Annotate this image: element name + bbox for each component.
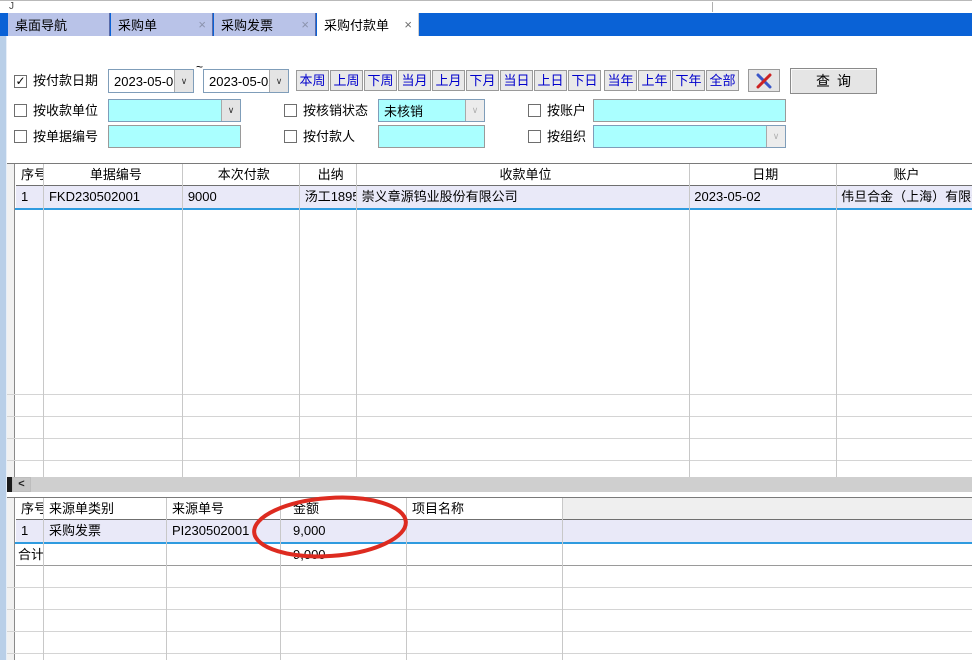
left-edge-strip [0, 36, 7, 660]
date-to-combo[interactable]: 2023-05-02 ∨ [203, 69, 289, 93]
tab-purchase-order[interactable]: 采购单 × [111, 13, 213, 36]
payment-table: 序号 单据编号 本次付款 出纳 收款单位 日期 账户 1 FKD23050200… [7, 163, 972, 477]
detail-table-header: 序号 来源单类别 来源单号 金额 项目名称 [16, 498, 972, 520]
date-from-combo[interactable]: 2023-05-01 ∨ [108, 69, 194, 93]
filter-tools-button[interactable] [748, 69, 780, 92]
crossed-tools-icon [755, 72, 773, 90]
check-icon: ✓ [15, 74, 25, 88]
account-input[interactable] [593, 99, 786, 122]
account-label: 按账户 [547, 101, 586, 121]
col-header-source-type[interactable]: 来源单类别 [44, 498, 167, 519]
tab-bar: 桌面导航 采购单 × 采购发票 × 采购付款单 × [0, 13, 972, 36]
chevron-down-icon[interactable]: ∨ [221, 100, 240, 121]
payment-date-label: 按付款日期 [33, 71, 98, 91]
current-row-indicator [7, 208, 972, 210]
chevron-down-icon[interactable]: ∨ [465, 100, 484, 121]
payment-table-header: 序号 单据编号 本次付款 出纳 收款单位 日期 账户 [16, 164, 972, 186]
payer-label: 按付款人 [303, 127, 355, 147]
total-label: 合计 [16, 544, 44, 565]
chevron-down-icon[interactable]: ∨ [174, 70, 193, 92]
tab-desktop-nav[interactable]: 桌面导航 [8, 13, 110, 36]
chevron-down-icon[interactable]: ∨ [269, 70, 288, 92]
total-amount: 9,000 [281, 544, 407, 565]
quick-date-today[interactable]: 当日 [500, 70, 533, 91]
doc-no-label: 按单据编号 [33, 127, 98, 147]
org-label: 按组织 [547, 127, 586, 147]
close-icon[interactable]: × [299, 18, 311, 31]
col-header-amount[interactable]: 金额 [281, 498, 407, 519]
col-header-payee[interactable]: 收款单位 [357, 164, 690, 185]
table-row[interactable]: 1 FKD230502001 9000 汤工1895 崇义章源钨业股份有限公司 … [16, 186, 972, 208]
payee-checkbox[interactable] [14, 104, 27, 117]
writeoff-status-combo[interactable]: 未核销 ∨ [378, 99, 485, 122]
payee-label: 按收款单位 [33, 101, 98, 121]
payee-combo[interactable]: ∨ [108, 99, 241, 122]
quick-date-last-year[interactable]: 上年 [638, 70, 671, 91]
col-header-cashier[interactable]: 出纳 [300, 164, 357, 185]
quick-date-next-week[interactable]: 下周 [364, 70, 397, 91]
col-header-amount[interactable]: 本次付款 [183, 164, 300, 185]
col-header-doc-no[interactable]: 单据编号 [44, 164, 183, 185]
chevron-down-icon[interactable]: ∨ [766, 126, 785, 147]
window-top-strip: J [0, 0, 972, 13]
quick-date-last-week[interactable]: 上周 [330, 70, 363, 91]
close-icon[interactable]: × [196, 18, 208, 31]
org-combo[interactable]: ∨ [593, 125, 786, 148]
toolbar-glyph: J [9, 1, 14, 12]
col-header-account[interactable]: 账户 [836, 164, 972, 185]
quick-date-tomorrow[interactable]: 下日 [568, 70, 601, 91]
total-row: 合计 9,000 [16, 544, 972, 566]
col-header-seq[interactable]: 序号 [16, 164, 44, 185]
quick-date-this-month[interactable]: 当月 [398, 70, 431, 91]
payer-input[interactable] [378, 125, 485, 148]
quick-date-next-month[interactable]: 下月 [466, 70, 499, 91]
payment-date-checkbox[interactable]: ✓ [14, 75, 27, 88]
writeoff-status-checkbox[interactable] [284, 104, 297, 117]
quick-date-this-year[interactable]: 当年 [604, 70, 637, 91]
toolbar-divider [712, 2, 713, 12]
col-header-date[interactable]: 日期 [689, 164, 836, 185]
quick-date-all[interactable]: 全部 [706, 70, 739, 91]
empty-grid-area [7, 566, 972, 660]
empty-grid-area [7, 373, 972, 477]
header-filler [563, 498, 972, 519]
quick-date-yesterday[interactable]: 上日 [534, 70, 567, 91]
scroll-left-icon[interactable]: < [12, 477, 31, 492]
doc-no-checkbox[interactable] [14, 130, 27, 143]
tab-purchase-invoice[interactable]: 采购发票 × [214, 13, 316, 36]
account-checkbox[interactable] [528, 104, 541, 117]
close-icon[interactable]: × [402, 18, 414, 31]
date-range-separator: ~ [196, 60, 203, 74]
source-detail-table: 序号 来源单类别 来源单号 金额 项目名称 1 采购发票 PI230502001… [7, 497, 972, 660]
col-header-seq[interactable]: 序号 [16, 498, 44, 519]
horizontal-scrollbar[interactable]: < [7, 477, 972, 492]
doc-no-input[interactable] [108, 125, 241, 148]
table-row[interactable]: 1 采购发票 PI230502001 9,000 [16, 520, 972, 542]
col-header-project[interactable]: 项目名称 [407, 498, 563, 519]
tab-purchase-payment[interactable]: 采购付款单 × [317, 13, 419, 36]
writeoff-status-label: 按核销状态 [303, 101, 368, 121]
payer-checkbox[interactable] [284, 130, 297, 143]
quick-date-this-week[interactable]: 本周 [296, 70, 329, 91]
quick-date-next-year[interactable]: 下年 [672, 70, 705, 91]
quick-date-last-month[interactable]: 上月 [432, 70, 465, 91]
query-button[interactable]: 查询 [790, 68, 877, 94]
col-header-source-no[interactable]: 来源单号 [167, 498, 281, 519]
org-checkbox[interactable] [528, 130, 541, 143]
